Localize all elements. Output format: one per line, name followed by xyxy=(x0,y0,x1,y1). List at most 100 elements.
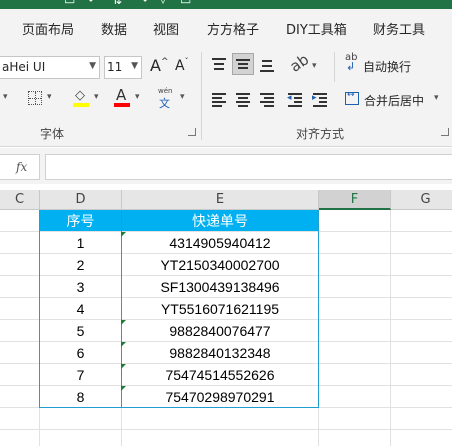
align-top-icon[interactable] xyxy=(212,58,228,72)
tab-finance-tools[interactable]: 财务工具 xyxy=(373,19,425,38)
tab-page-layout[interactable]: 页面布局 xyxy=(22,19,74,38)
cell-index[interactable]: 1 xyxy=(40,232,121,253)
number-as-text-indicator-icon xyxy=(121,320,126,325)
phonetic-guide-button[interactable]: wén 文 xyxy=(155,87,177,110)
tab-fangfang[interactable]: 方方格子 xyxy=(207,19,259,38)
chevron-down-icon[interactable]: ▾ xyxy=(312,61,317,71)
tab-diy-toolbox[interactable]: DIY工具箱 xyxy=(286,19,347,38)
insert-function-button[interactable]: fx xyxy=(0,154,40,180)
wrap-text-button[interactable]: ab ↲ 自动换行 xyxy=(345,52,425,78)
line-bar xyxy=(238,67,248,69)
line-bar xyxy=(214,68,224,70)
decrease-font-button[interactable]: Aˇ xyxy=(175,57,189,74)
cell-index[interactable]: 7 xyxy=(40,364,121,385)
increase-font-button[interactable]: A^ xyxy=(150,56,169,75)
font-dialog-launcher-icon[interactable] xyxy=(188,128,196,136)
column-header-g[interactable]: G xyxy=(391,190,452,210)
formula-input[interactable] xyxy=(45,154,452,180)
chevron-down-icon[interactable]: ▾ xyxy=(135,92,140,102)
cell-tracking-number[interactable]: YT2150340002700 xyxy=(122,254,318,275)
group-divider xyxy=(201,52,202,140)
line-bar xyxy=(294,101,302,103)
column-header-c[interactable]: C xyxy=(0,190,40,210)
arrow-left-icon: ◂ xyxy=(287,93,292,103)
line-bar xyxy=(236,101,250,103)
align-right-icon[interactable] xyxy=(260,93,276,107)
chevron-down-icon[interactable]: ▾ xyxy=(94,92,99,102)
cell-index[interactable]: 5 xyxy=(40,320,121,341)
column-header-f[interactable]: F xyxy=(319,190,391,210)
quick-access-icon[interactable]: ▿ xyxy=(160,0,166,6)
column-header-e[interactable]: E xyxy=(122,190,319,210)
number-as-text-indicator-icon xyxy=(121,386,126,391)
increase-font-glyph: A xyxy=(150,56,161,75)
cell-tracking-number[interactable]: 75474514552626 xyxy=(122,364,318,385)
decrease-indent-icon[interactable]: ◂ xyxy=(287,93,304,107)
alignment-group-label: 对齐方式 xyxy=(296,127,345,141)
line-bar xyxy=(238,97,248,99)
chevron-down-icon[interactable]: ▾ xyxy=(180,92,185,102)
increase-indent-icon[interactable]: ▸ xyxy=(312,93,329,107)
line-bar xyxy=(212,97,222,99)
gridline xyxy=(0,429,452,430)
cell-index[interactable]: 8 xyxy=(40,386,121,407)
alignment-dialog-launcher-icon[interactable] xyxy=(441,128,449,136)
text-orientation-icon[interactable]: ab xyxy=(287,50,313,75)
sort-icon[interactable]: ⇅ xyxy=(112,0,122,6)
chevron-down-icon[interactable]: ▾ xyxy=(434,93,439,103)
wrap-arrow-icon: ↲ xyxy=(346,60,356,73)
worksheet-grid[interactable]: 序号 快递单号 1 4314905940412 2 YT215034000270… xyxy=(0,210,452,446)
font-size-value: 11 xyxy=(107,60,123,74)
borders-icon[interactable] xyxy=(28,91,42,105)
font-color-bar xyxy=(114,103,130,107)
line-bar xyxy=(288,105,302,107)
undo-icon[interactable]: ↶ xyxy=(88,0,98,6)
fx-icon: fx xyxy=(16,160,28,174)
cell-tracking-number[interactable]: 4314905940412 xyxy=(122,232,318,253)
border-grid-line xyxy=(29,98,41,99)
cell-tracking-number[interactable]: 75470298970291 xyxy=(122,386,318,407)
cell-tracking-number[interactable]: 9882840132348 xyxy=(122,342,318,363)
redo-icon[interactable]: ↷ xyxy=(138,0,148,6)
cell-tracking-number[interactable]: YT5516071621195 xyxy=(122,298,318,319)
column-header-d[interactable]: D xyxy=(40,190,122,210)
ribbon-tabs: 页面布局 数据 视图 方方格子 DIY工具箱 财务工具 xyxy=(0,9,452,46)
tab-view[interactable]: 视图 xyxy=(153,19,179,38)
camera-icon[interactable]: ▭ xyxy=(180,0,191,6)
merge-arrows: ↔ xyxy=(347,90,355,100)
align-center-icon[interactable] xyxy=(236,93,252,107)
table-header-index[interactable]: 序号 xyxy=(40,210,121,231)
font-size-select[interactable]: 11 ▼ xyxy=(104,56,142,79)
line-bar xyxy=(313,105,327,107)
align-middle-icon xyxy=(236,57,252,71)
merge-center-button[interactable]: ↔ 合并后居中 ▾ xyxy=(345,90,445,112)
line-bar xyxy=(212,101,226,103)
cell-index[interactable]: 2 xyxy=(40,254,121,275)
tab-data[interactable]: 数据 xyxy=(101,19,127,38)
chevron-down-icon: ▼ xyxy=(89,61,96,71)
cell-index[interactable]: 3 xyxy=(40,276,121,297)
chevron-down-icon[interactable]: ▾ xyxy=(3,92,8,102)
align-bottom-icon[interactable] xyxy=(260,58,276,72)
cell-index[interactable]: 6 xyxy=(40,342,121,363)
paint-bucket-icon: ◇ xyxy=(75,88,85,103)
wrap-text-label: 自动换行 xyxy=(363,60,412,74)
cell-tracking-number[interactable]: 9882840076477 xyxy=(122,320,318,341)
cell-index[interactable]: 4 xyxy=(40,298,121,319)
ribbon-panel: aHei UI ▼ 11 ▼ A^ Aˇ ▾ ▾ ◇ ▾ A ▾ wén 文 ▾… xyxy=(0,46,452,147)
line-bar xyxy=(319,97,327,99)
font-color-button[interactable]: A xyxy=(114,86,130,107)
font-name-select[interactable]: aHei UI ▼ xyxy=(0,56,100,79)
line-bar xyxy=(214,63,224,65)
table-header-tracking[interactable]: 快递单号 xyxy=(122,210,318,231)
decrease-font-glyph: A xyxy=(175,58,185,74)
fill-color-button[interactable]: ◇ xyxy=(73,88,89,107)
line-bar xyxy=(262,60,272,62)
save-icon[interactable]: ▭ xyxy=(64,0,75,6)
cell-tracking-number[interactable]: SF1300439138496 xyxy=(122,276,318,297)
align-left-icon[interactable] xyxy=(212,93,228,107)
align-middle-button[interactable] xyxy=(232,53,254,75)
caret-down-icon: ˇ xyxy=(184,57,189,66)
chevron-down-icon[interactable]: ▾ xyxy=(47,92,52,102)
pinyin-top: wén xyxy=(158,87,173,95)
